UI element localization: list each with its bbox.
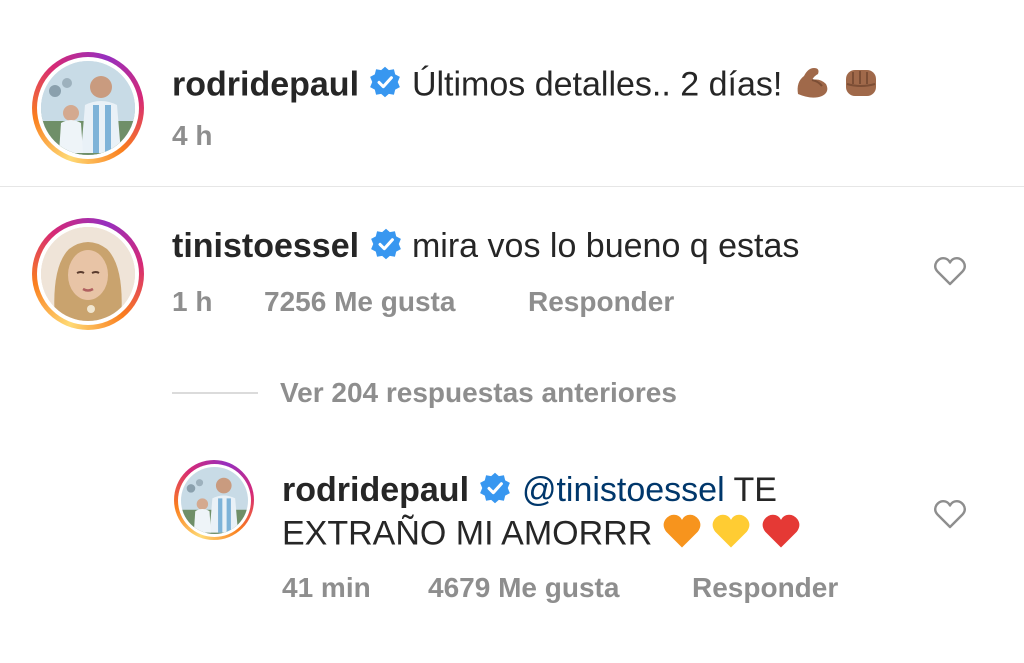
comment-likes[interactable]: 7256 Me gusta <box>264 286 455 318</box>
reply-text-part2: EXTRAÑO MI AMORRR <box>282 514 653 553</box>
reply-text-part1: TE <box>733 471 777 509</box>
reply-time: 41 min <box>282 572 371 603</box>
avatar-photo-icon <box>180 466 248 534</box>
section-divider <box>0 186 1024 187</box>
post-avatar[interactable] <box>32 52 144 164</box>
view-replies-button[interactable]: Ver 204 respuestas anteriores <box>280 377 677 409</box>
red-heart-icon <box>761 512 801 559</box>
reply-mention-link[interactable]: @tinistoessel <box>522 471 725 509</box>
replies-line <box>172 392 258 394</box>
reply-reply-button[interactable]: Responder <box>692 572 838 604</box>
reply-likes[interactable]: 4679 Me gusta <box>428 572 619 604</box>
comment-username[interactable]: tinistoessel <box>172 227 359 265</box>
avatar-photo-icon <box>41 227 135 321</box>
avatar-photo-icon <box>41 61 135 155</box>
comment-avatar[interactable] <box>32 218 144 330</box>
verified-badge-icon <box>369 227 403 270</box>
reply-like-heart-icon[interactable] <box>933 498 967 535</box>
comment-like-heart-icon[interactable] <box>933 255 967 292</box>
verified-badge-icon <box>368 65 402 108</box>
verified-badge-icon <box>478 471 512 514</box>
comment-text: mira vos lo bueno q estas <box>411 227 800 265</box>
yellow-heart-icon <box>711 512 751 559</box>
reply-avatar[interactable] <box>174 460 254 540</box>
comment-time: 1 h <box>172 286 213 317</box>
reply-username[interactable]: rodridepaul <box>282 471 469 509</box>
orange-heart-icon <box>662 512 702 559</box>
fist-icon <box>841 62 881 111</box>
comment-reply-button[interactable]: Responder <box>528 286 674 318</box>
post-username[interactable]: rodridepaul <box>172 65 359 103</box>
post-caption-text: Últimos detalles.. 2 días! <box>411 65 783 104</box>
post-time: 4 h <box>172 120 213 151</box>
flexed-biceps-icon <box>792 62 832 111</box>
